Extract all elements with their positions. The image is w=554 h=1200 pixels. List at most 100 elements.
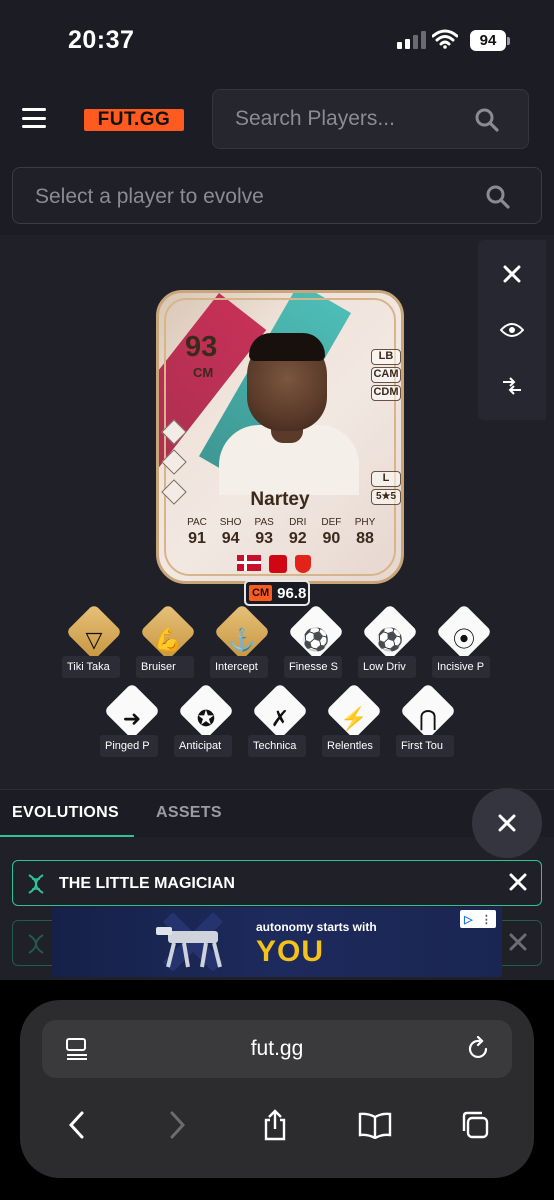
wifi-icon [432,29,458,49]
close-icon [498,814,516,832]
evolution-title: THE LITTLE MAGICIAN [59,875,235,892]
club-badge-icon [295,555,311,573]
playstyle-label: Relentles [322,735,380,757]
stat-value: 88 [356,530,374,547]
select-player-evolve-input[interactable]: Select a player to evolve [12,167,542,224]
alt-position: LB [371,349,401,365]
bookmarks-icon[interactable] [358,1108,392,1142]
tabs-icon[interactable] [458,1108,492,1142]
close-panel-button[interactable] [472,788,542,858]
tab-assets[interactable]: ASSETS [156,804,222,822]
playstyle-label: Tiki Taka [62,656,120,678]
card-rating: 93 [185,331,218,363]
playstyle-label: Incisive P [432,656,490,678]
reload-icon[interactable] [468,1036,490,1060]
intercept-icon: ⚓ [228,627,256,652]
playstyle-label: Low Driv [358,656,416,678]
site-header: FUT.GG Search Players... [0,80,554,160]
playstyle-label: Anticipat [174,735,232,757]
card-tools-panel [478,240,546,420]
tab-evolutions[interactable]: EVOLUTIONS [12,804,119,822]
stat-sho: SHO 94 [215,517,247,548]
share-icon[interactable] [258,1108,292,1142]
card-stats: PAC 91 SHO 94 PAS 93 DRI 92 DEF 90 PHY 88 [181,517,381,548]
league-logo-icon [269,555,287,573]
stat-phy: PHY 88 [349,517,381,548]
search-icon[interactable] [485,184,511,210]
stat-pas: PAS 93 [248,517,280,548]
futgg-logo[interactable]: FUT.GG [84,109,184,131]
finesse-shot-icon: ⚽ [302,627,330,652]
stat-label: PAS [254,517,274,528]
hamburger-menu-icon[interactable] [22,108,46,128]
player-hair [249,333,325,361]
position-rating-badge: CM 96.8 [244,580,310,606]
stat-value: 94 [221,530,240,547]
playstyle-label: First Tou [396,735,454,757]
playstyle-label: Intercept [210,656,268,678]
stat-value: 91 [188,530,206,547]
stat-label: DRI [289,517,307,528]
evolve-placeholder: Select a player to evolve [35,185,264,208]
stat-value: 93 [255,530,274,547]
forward-arrow-icon[interactable] [160,1108,194,1142]
player-name: Nartey [250,489,310,510]
stat-label: PHY [354,517,376,528]
page: 20:37 94 FUT.GG Search Players... Select… [0,0,554,1200]
cellular-signal-icon [397,31,426,49]
stat-dri: DRI 92 [282,517,314,548]
dna-icon [28,934,44,954]
playstyle-label: Bruiser [136,656,194,678]
stat-value: 90 [322,530,341,547]
browser-controls: fut.gg [20,1000,534,1178]
stat-pac: PAC 91 [181,517,213,548]
search-players-input[interactable]: Search Players... [212,89,529,149]
playstyle-label: Technica [248,735,306,757]
remove-evolution-icon[interactable] [509,933,527,951]
evolution-item[interactable]: THE LITTLE MAGICIAN [12,860,542,906]
card-position: CM [193,365,214,380]
incisive-pass-icon: ⦿ [452,627,475,652]
bruiser-icon: 💪 [154,627,182,652]
search-icon[interactable] [474,107,500,133]
adchoices-icon[interactable]: ▷ ⋮ [460,910,496,928]
search-players-placeholder: Search Players... [235,107,395,130]
relentless-icon: ⚡ [340,706,368,731]
stat-label: PAC [187,517,207,528]
robot-dog-image [156,913,223,971]
eye-icon[interactable] [500,318,524,342]
pinged-pass-icon: ➜ [122,706,142,731]
battery-level: 94 [470,30,506,51]
status-bar: 20:37 94 [0,0,554,80]
battery-icon [507,37,510,45]
address-bar[interactable]: fut.gg [42,1020,512,1078]
stat-label: SHO [219,517,242,528]
compare-arrows-icon[interactable] [500,374,524,398]
technical-icon: ✗ [270,706,290,731]
preferred-foot: L [371,471,401,487]
close-icon[interactable] [500,262,524,286]
tabs-bar: EVOLUTIONS ASSETS [0,789,554,837]
first-touch-icon: ⋂ [418,706,438,731]
remove-evolution-icon[interactable] [509,873,527,891]
url-text: fut.gg [250,1037,304,1060]
alt-position: CAM [371,367,401,383]
ad-banner[interactable]: autonomy starts with YOU ▷ ⋮ [52,907,502,977]
anticipate-icon: ✪ [196,706,216,731]
score-position: CM [249,585,273,601]
low-driven-shot-icon: ⚽ [376,627,404,652]
playstyle-label: Pinged P [100,735,158,757]
playstyle-label: Finesse S [284,656,342,678]
back-arrow-icon[interactable] [60,1108,94,1142]
stat-value: 92 [288,530,307,547]
player-card[interactable]: 93 CM LB CAM CDM L 5★5 Nartey PAC 91 SHO 9… [156,290,404,584]
stat-def: DEF 90 [315,517,347,548]
card-badges [237,555,311,573]
evolve-search-section: Select a player to evolve [0,160,554,235]
ad-text: autonomy starts with [256,920,377,934]
score-value: 96.8 [277,584,307,602]
active-tab-indicator [0,835,134,837]
ad-headline: YOU [256,935,325,968]
dna-icon [28,874,44,894]
browser-toolbar: fut.gg [0,980,554,1200]
